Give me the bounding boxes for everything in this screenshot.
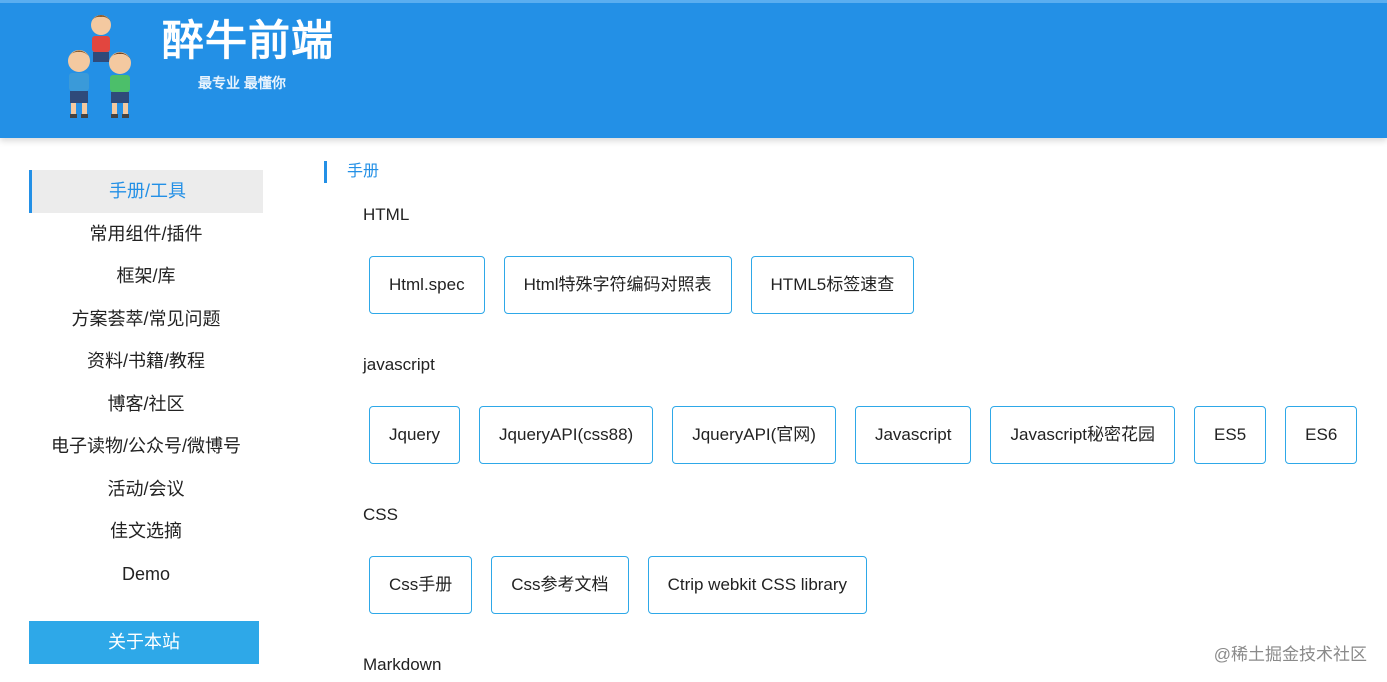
- link-button-html-entities[interactable]: Html特殊字符编码对照表: [503, 256, 732, 314]
- site-title[interactable]: 醉牛前端: [162, 15, 334, 67]
- sidebar-nav: 手册/工具 常用组件/插件 框架/库 方案荟萃/常见问题 资料/书籍/教程 博客…: [29, 170, 263, 595]
- about-site-button[interactable]: 关于本站: [29, 621, 259, 664]
- link-button-ctrip-webkit-css[interactable]: Ctrip webkit CSS library: [647, 556, 868, 614]
- logo-kids-icon[interactable]: [62, 9, 140, 119]
- sidebar-item-selected-articles[interactable]: 佳文选摘: [29, 510, 263, 553]
- link-button-javascript[interactable]: Javascript: [854, 406, 972, 464]
- sidebar-item-demo[interactable]: Demo: [29, 553, 263, 596]
- css-links-row: Css手册 Css参考文档 Ctrip webkit CSS library: [369, 556, 868, 614]
- link-button-css-reference[interactable]: Css参考文档: [491, 556, 629, 614]
- sidebar-item-ereaders-accounts[interactable]: 电子读物/公众号/微博号: [29, 425, 263, 468]
- site-header: 醉牛前端 最专业 最懂你: [0, 0, 1387, 138]
- sidebar-item-manual-tools[interactable]: 手册/工具: [29, 170, 263, 213]
- html-links-row: Html.spec Html特殊字符编码对照表 HTML5标签速查: [369, 256, 915, 314]
- site-slogan: 最专业 最懂你: [198, 75, 286, 91]
- sidebar-item-resources-books[interactable]: 资料/书籍/教程: [29, 340, 263, 383]
- link-button-es5[interactable]: ES5: [1194, 406, 1267, 464]
- section-title: 手册: [324, 161, 379, 183]
- link-button-javascript-garden[interactable]: Javascript秘密花园: [990, 406, 1176, 464]
- link-button-es6[interactable]: ES6: [1285, 406, 1358, 464]
- link-button-jquery[interactable]: Jquery: [369, 406, 461, 464]
- javascript-links-row: Jquery JqueryAPI(css88) JqueryAPI(官网) Ja…: [369, 406, 1358, 464]
- watermark: @稀土掘金技术社区: [1213, 645, 1367, 664]
- sidebar-item-blogs-community[interactable]: 博客/社区: [29, 383, 263, 426]
- link-button-css-manual[interactable]: Css手册: [369, 556, 473, 614]
- sidebar-item-solutions-faq[interactable]: 方案荟萃/常见问题: [29, 298, 263, 341]
- link-button-html5-tags[interactable]: HTML5标签速查: [750, 256, 915, 314]
- sidebar-item-events-conferences[interactable]: 活动/会议: [29, 468, 263, 511]
- category-heading-css: CSS: [363, 505, 398, 524]
- sidebar-item-frameworks-libraries[interactable]: 框架/库: [29, 255, 263, 298]
- category-heading-html: HTML: [363, 205, 410, 224]
- link-button-jquery-api-official[interactable]: JqueryAPI(官网): [672, 406, 836, 464]
- category-heading-javascript: javascript: [363, 355, 435, 374]
- category-heading-markdown: Markdown: [363, 655, 442, 674]
- link-button-html-spec[interactable]: Html.spec: [369, 256, 485, 314]
- sidebar-item-components-plugins[interactable]: 常用组件/插件: [29, 213, 263, 256]
- link-button-jquery-api-css88[interactable]: JqueryAPI(css88): [479, 406, 654, 464]
